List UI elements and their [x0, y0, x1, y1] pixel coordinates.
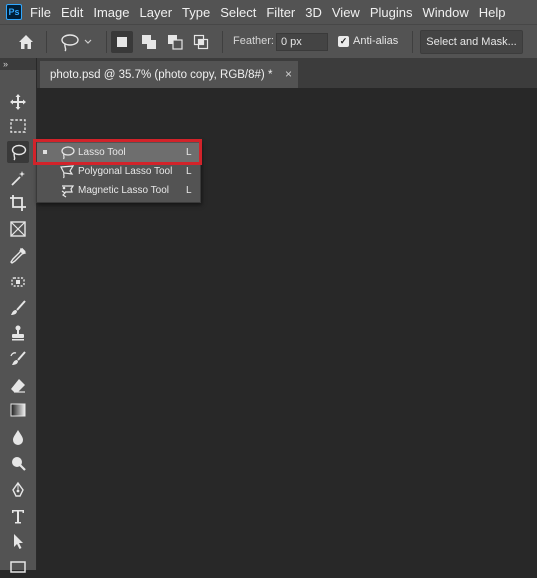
flyout-item-lasso-tool[interactable]: Lasso Tool L [37, 143, 200, 162]
type-icon [12, 510, 24, 524]
blur-drop-icon [13, 430, 23, 445]
feather-input[interactable] [276, 33, 328, 51]
flyout-item-shortcut: L [186, 185, 192, 196]
eyedropper-icon [10, 247, 27, 264]
separator [106, 31, 107, 53]
menu-filter[interactable]: Filter [266, 5, 295, 20]
menu-bar: Ps File Edit Image Layer Type Select Fil… [0, 0, 537, 24]
pen-icon [12, 481, 24, 497]
dodge-icon [12, 457, 26, 471]
move-icon [10, 94, 26, 110]
crop-tool[interactable] [7, 192, 29, 214]
brush-tool[interactable] [7, 297, 29, 319]
menu-plugins[interactable]: Plugins [370, 5, 413, 20]
subtract-selection-icon [168, 35, 183, 50]
feather-label: Feather: [233, 35, 274, 47]
menu-window[interactable]: Window [422, 5, 468, 20]
lasso-icon [61, 146, 75, 160]
selected-indicator [43, 150, 47, 154]
tool-preset-picker[interactable] [56, 32, 100, 52]
flyout-item-magnetic-lasso-tool[interactable]: Magnetic Lasso Tool L [37, 181, 200, 200]
menu-3d[interactable]: 3D [305, 5, 322, 20]
intersect-selection-button[interactable] [190, 31, 212, 53]
home-icon [19, 35, 33, 49]
menu-layer[interactable]: Layer [140, 5, 173, 20]
lasso-icon [11, 144, 27, 161]
menu-help[interactable]: Help [479, 5, 506, 20]
menu-view[interactable]: View [332, 5, 360, 20]
add-to-selection-button[interactable] [138, 31, 160, 53]
options-bar: Feather: ✓ Anti-alias Select and Mask... [0, 24, 537, 58]
path-selection-tool[interactable] [7, 530, 29, 552]
gradient-icon [10, 403, 26, 417]
history-brush-icon [10, 351, 26, 365]
subtract-from-selection-button[interactable] [164, 31, 186, 53]
flyout-item-polygonal-lasso-tool[interactable]: Polygonal Lasso Tool L [37, 162, 200, 181]
frame-icon [10, 221, 26, 237]
new-selection-icon [117, 37, 127, 47]
magnetic-lasso-icon [61, 185, 75, 198]
flyout-item-shortcut: L [186, 147, 192, 158]
separator [412, 31, 413, 53]
select-and-mask-button[interactable]: Select and Mask... [420, 30, 523, 54]
gradient-tool[interactable] [7, 399, 29, 421]
document-tab[interactable]: photo.psd @ 35.7% (photo copy, RGB/8#) *… [40, 61, 298, 88]
eraser-tool[interactable] [7, 374, 29, 396]
tools-panel [0, 70, 37, 573]
antialias-label: Anti-alias [353, 35, 399, 47]
clone-stamp-tool[interactable] [7, 322, 29, 344]
document-tab-strip: photo.psd @ 35.7% (photo copy, RGB/8#) *… [37, 58, 537, 88]
magic-wand-icon [11, 171, 25, 186]
path-selection-arrow-icon [14, 534, 23, 549]
photoshop-logo: Ps [6, 4, 22, 20]
menu-file[interactable]: File [30, 5, 51, 20]
pen-tool[interactable] [7, 479, 29, 501]
add-to-selection-icon [142, 35, 156, 49]
menu-image[interactable]: Image [93, 5, 129, 20]
lasso-icon [61, 34, 92, 52]
history-brush-tool[interactable] [7, 348, 29, 370]
separator [46, 31, 47, 53]
dodge-tool[interactable] [7, 452, 29, 474]
separator [222, 31, 223, 53]
menu-type[interactable]: Type [182, 5, 210, 20]
rectangle-shape-icon [10, 561, 26, 573]
intersect-selection-icon [193, 34, 209, 50]
eyedropper-tool[interactable] [7, 245, 29, 267]
close-tab-icon[interactable]: × [285, 67, 292, 81]
rectangular-marquee-icon [10, 119, 26, 133]
polygonal-lasso-icon [60, 165, 75, 179]
menu-select[interactable]: Select [220, 5, 256, 20]
flyout-item-label: Lasso Tool [78, 147, 126, 158]
clone-stamp-icon [12, 325, 24, 341]
marquee-tool[interactable] [7, 115, 29, 137]
move-tool[interactable] [7, 91, 29, 113]
eraser-icon [11, 379, 25, 393]
toolbar-collapse-toggle[interactable]: » [0, 58, 36, 70]
flyout-item-label: Polygonal Lasso Tool [78, 166, 173, 177]
blur-tool[interactable] [7, 426, 29, 448]
document-tab-title: photo.psd @ 35.7% (photo copy, RGB/8#) * [50, 68, 273, 81]
lasso-tools-flyout: Lasso Tool L Polygonal Lasso Tool L Magn… [36, 140, 201, 203]
flyout-item-shortcut: L [186, 166, 192, 177]
antialias-checkbox[interactable]: ✓ [338, 36, 349, 47]
magic-wand-tool[interactable] [7, 167, 29, 189]
type-tool[interactable] [7, 505, 29, 527]
lasso-tool[interactable] [7, 141, 29, 163]
new-selection-button[interactable] [111, 31, 133, 53]
rectangle-tool[interactable] [7, 556, 29, 578]
healing-brush-icon [11, 277, 25, 287]
frame-tool[interactable] [7, 218, 29, 240]
crop-icon [10, 195, 26, 211]
menu-edit[interactable]: Edit [61, 5, 83, 20]
healing-brush-tool[interactable] [7, 271, 29, 293]
home-button[interactable] [16, 32, 36, 52]
flyout-item-label: Magnetic Lasso Tool [78, 185, 169, 196]
brush-icon [11, 300, 26, 315]
